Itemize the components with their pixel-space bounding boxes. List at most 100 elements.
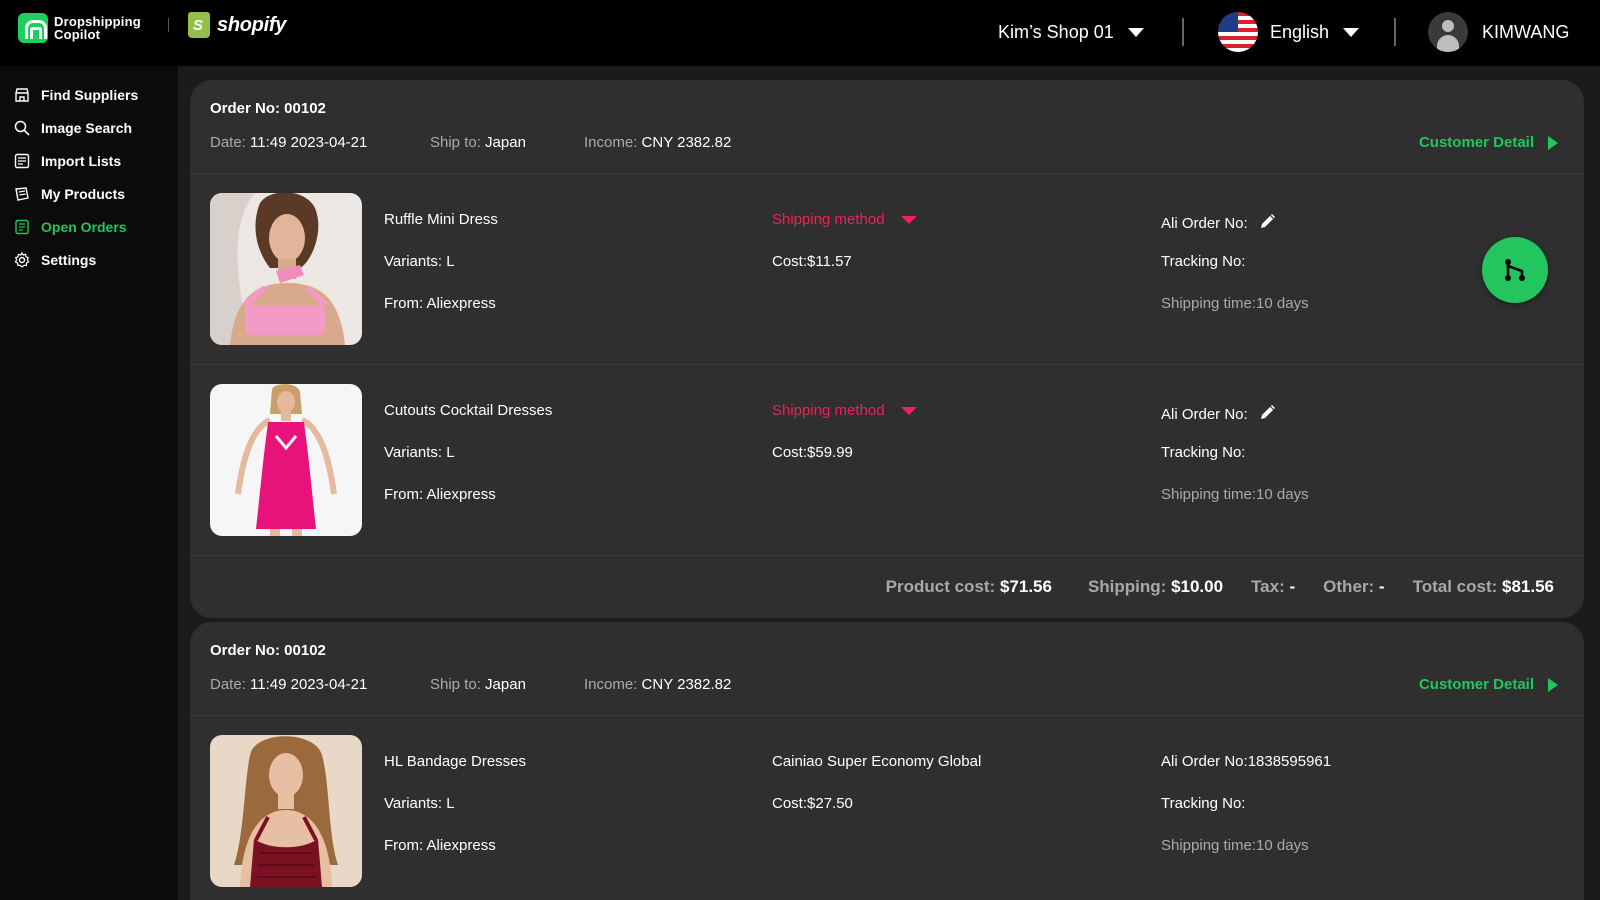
tracking-number: Tracking No: bbox=[1161, 253, 1246, 270]
product-image[interactable] bbox=[210, 193, 362, 345]
product-variants: Variants: L bbox=[384, 795, 455, 812]
shopify-logo: shopify bbox=[188, 12, 286, 38]
item-cost: Cost:$59.99 bbox=[772, 444, 853, 461]
item-info: Ruffle Mini Dress Variants: L From: Alie… bbox=[384, 211, 498, 337]
product-image[interactable] bbox=[210, 384, 362, 536]
orders-list: Order No: 00102 Date: 11:49 2023-04-21 S… bbox=[178, 66, 1600, 900]
product-source: From: Aliexpress bbox=[384, 486, 496, 503]
brand-divider bbox=[168, 18, 169, 32]
chevron-down-icon bbox=[1127, 28, 1144, 37]
play-arrow-icon bbox=[1548, 677, 1558, 692]
sidebar-item-label: Settings bbox=[41, 251, 97, 268]
sidebar-item-label: Image Search bbox=[41, 119, 133, 136]
order-number: Order No: 00102 bbox=[210, 642, 326, 659]
product-name: Cutouts Cocktail Dresses bbox=[384, 402, 553, 419]
order-ship-to: Ship to: Japan bbox=[430, 676, 526, 693]
search-icon bbox=[14, 120, 30, 136]
shipping-method-dropdown[interactable]: Shipping method bbox=[772, 402, 917, 420]
item-info: Cutouts Cocktail Dresses Variants: L Fro… bbox=[384, 402, 552, 528]
split-order-button[interactable] bbox=[1482, 237, 1548, 303]
sidebar-item-settings[interactable]: Settings bbox=[0, 243, 178, 276]
item-info: HL Bandage Dresses Variants: L From: Ali… bbox=[384, 753, 526, 879]
item-tracking: Ali Order No: Tracking No: Shipping time… bbox=[1161, 402, 1309, 528]
chevron-down-icon bbox=[900, 216, 917, 224]
avatar bbox=[1428, 12, 1468, 52]
sidebar-item-label: My Products bbox=[41, 185, 126, 202]
order-item: HL Bandage Dresses Variants: L From: Ali… bbox=[190, 716, 1584, 900]
tracking-number: Tracking No: bbox=[1161, 795, 1246, 812]
order-income: Income: CNY 2382.82 bbox=[584, 134, 732, 151]
total-cost: Total cost: $81.56 bbox=[1412, 577, 1554, 596]
store-icon bbox=[15, 87, 29, 102]
sidebar-item-find-suppliers[interactable]: Find Suppliers bbox=[0, 78, 178, 111]
shipping-method-value: Cainiao Super Economy Global bbox=[772, 753, 982, 770]
shipping-time: Shipping time:10 days bbox=[1161, 486, 1309, 503]
order-item: Cutouts Cocktail Dresses Variants: L Fro… bbox=[190, 365, 1584, 556]
shipping-time: Shipping time:10 days bbox=[1161, 837, 1309, 854]
order-header: Order No: 00102 Date: 11:49 2023-04-21 S… bbox=[190, 622, 1584, 716]
shopify-bag-icon bbox=[188, 12, 210, 38]
customer-detail-link[interactable]: Customer Detail bbox=[1419, 134, 1558, 151]
product-name: HL Bandage Dresses bbox=[384, 753, 527, 770]
customer-detail-link[interactable]: Customer Detail bbox=[1419, 676, 1558, 693]
item-shipping: Shipping method Cost:$59.99 bbox=[772, 402, 917, 486]
us-flag-icon bbox=[1218, 12, 1258, 52]
other-cost: Other: - bbox=[1323, 577, 1385, 596]
user-menu[interactable]: KIMWANG bbox=[1428, 12, 1569, 52]
sidebar-item-my-products[interactable]: My Products bbox=[0, 177, 178, 210]
product-image[interactable] bbox=[210, 735, 362, 887]
product-source: From: Aliexpress bbox=[384, 837, 496, 854]
shipping-time: Shipping time:10 days bbox=[1161, 295, 1309, 312]
tracking-number: Tracking No: bbox=[1161, 444, 1246, 461]
product-cost: Product cost: $71.56 bbox=[885, 577, 1052, 596]
ali-order-label: Ali Order No: bbox=[1161, 406, 1248, 423]
sidebar: Find Suppliers Image Search Import Lists… bbox=[0, 66, 178, 900]
shop-name: Kim’s Shop 01 bbox=[998, 22, 1114, 42]
product-variants: Variants: L bbox=[384, 253, 455, 270]
dropshipping-copilot-logo bbox=[18, 13, 48, 43]
tax-cost: Tax: - bbox=[1251, 577, 1296, 596]
header-divider bbox=[1182, 18, 1184, 46]
shipping-cost: Shipping: $10.00 bbox=[1087, 577, 1224, 596]
edit-pencil-icon[interactable] bbox=[1258, 402, 1278, 422]
product-name: Ruffle Mini Dress bbox=[384, 211, 498, 228]
ali-order-label: Ali Order No: bbox=[1161, 215, 1248, 232]
order-item: Ruffle Mini Dress Variants: L From: Alie… bbox=[190, 174, 1584, 365]
chevron-down-icon bbox=[900, 407, 917, 415]
edit-pencil-icon[interactable] bbox=[1258, 211, 1278, 231]
brand-name: Dropshipping Copilot bbox=[54, 14, 141, 42]
shop-selector[interactable]: Kim’s Shop 01 bbox=[998, 22, 1144, 43]
chevron-down-icon bbox=[1343, 27, 1360, 37]
sidebar-item-import-lists[interactable]: Import Lists bbox=[0, 144, 178, 177]
item-cost: Cost:$27.50 bbox=[772, 795, 853, 812]
order-income: Income: CNY 2382.82 bbox=[584, 676, 732, 693]
order-card: Order No: 00102 Date: 11:49 2023-04-21 S… bbox=[190, 80, 1584, 618]
sidebar-item-label: Import Lists bbox=[41, 152, 122, 169]
language-selector[interactable]: English bbox=[1218, 12, 1360, 52]
shipping-method-dropdown[interactable]: Shipping method bbox=[772, 211, 917, 229]
header-divider bbox=[1394, 18, 1396, 46]
sidebar-item-image-search[interactable]: Image Search bbox=[0, 111, 178, 144]
order-header: Order No: 00102 Date: 11:49 2023-04-21 S… bbox=[190, 80, 1584, 174]
gear-icon bbox=[14, 251, 30, 268]
language-label: English bbox=[1270, 21, 1330, 42]
order-ship-to: Ship to: Japan bbox=[430, 134, 526, 151]
item-cost: Cost:$11.57 bbox=[772, 253, 852, 270]
brand[interactable]: Dropshipping Copilot bbox=[18, 13, 164, 43]
order-totals: Product cost: $71.56 Shipping: $10.00 Ta… bbox=[190, 556, 1584, 618]
sidebar-item-label: Find Suppliers bbox=[41, 86, 139, 103]
product-source: From: Aliexpress bbox=[384, 295, 496, 312]
sidebar-item-label: Open Orders bbox=[41, 218, 127, 235]
product-variants: Variants: L bbox=[384, 444, 455, 461]
item-tracking: Ali Order No:1838595961 Tracking No: Shi… bbox=[1161, 753, 1331, 879]
products-icon bbox=[15, 186, 29, 201]
shopify-wordmark: shopify bbox=[217, 13, 287, 36]
top-bar: Dropshipping Copilot shopify Kim’s Shop … bbox=[0, 0, 1600, 66]
item-tracking: Ali Order No: Tracking No: Shipping time… bbox=[1161, 211, 1309, 337]
user-name: KIMWANG bbox=[1482, 21, 1570, 42]
item-shipping: Shipping method Cost:$11.57 bbox=[772, 211, 917, 295]
sidebar-item-open-orders[interactable]: Open Orders bbox=[0, 210, 178, 243]
branch-icon bbox=[1505, 259, 1525, 281]
ali-order-number: Ali Order No:1838595961 bbox=[1161, 753, 1332, 770]
play-arrow-icon bbox=[1548, 135, 1558, 150]
